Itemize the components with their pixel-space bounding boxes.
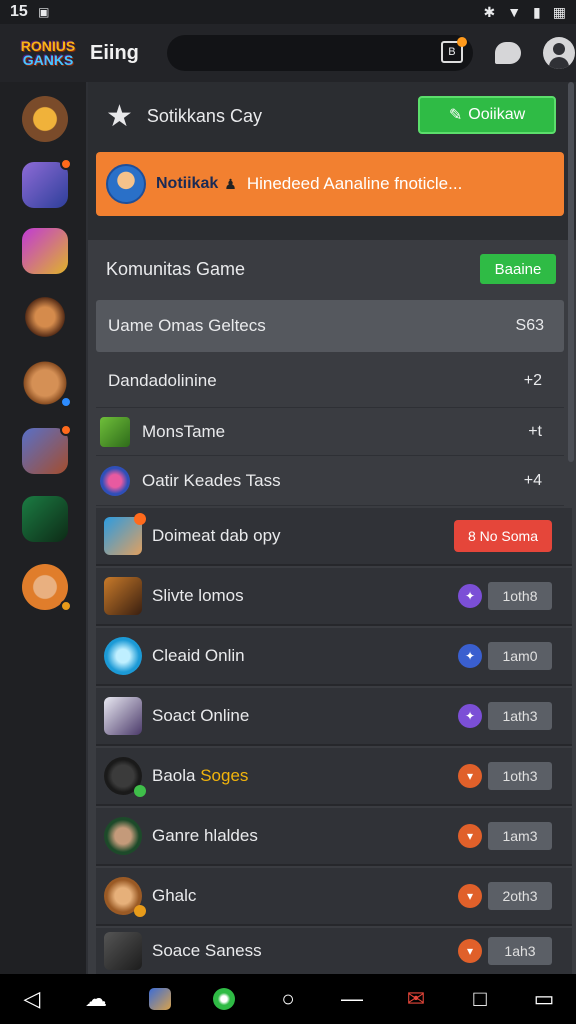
status-bar: 15 ▣ ✱ ▼ ▮ ▦ — [0, 0, 576, 24]
game-row[interactable]: Baola Soges ▾ 1oth3 — [96, 748, 572, 806]
community-panel: Komunitas Game Baaine Uame Omas Geltecs … — [88, 240, 576, 974]
link-icon: ✎ — [448, 107, 463, 124]
status-badge[interactable]: 1oth3 — [488, 762, 552, 790]
list-item[interactable]: MonsTame +t — [96, 408, 564, 456]
status-time: 15 — [10, 3, 28, 20]
game-icon — [104, 932, 142, 970]
game-icon — [104, 513, 146, 555]
top-bar: RONIUS GANKS Eiing B — [0, 24, 576, 82]
game-row[interactable]: Soace Saness ▾ 1ah3 — [96, 928, 572, 974]
app-logo[interactable]: RONIUS GANKS — [12, 28, 84, 78]
server-icon[interactable] — [22, 294, 68, 340]
game-icon[interactable] — [210, 985, 238, 1013]
cloud-icon[interactable]: ☁ — [82, 985, 110, 1013]
status-icons: ✱ ▼ ▮ ▦ — [483, 4, 566, 21]
minus-icon[interactable]: — — [338, 985, 366, 1013]
window-icon[interactable]: ▭ — [530, 985, 558, 1013]
status-badge[interactable]: 1ath3 — [488, 702, 552, 730]
game-icon — [104, 697, 142, 735]
server-icon[interactable] — [22, 564, 72, 612]
game-icon — [104, 757, 146, 797]
bluetooth-icon: ✱ — [483, 3, 496, 20]
game-icon — [104, 817, 142, 855]
game-row[interactable]: Ghalc ▾ 2oth3 — [96, 868, 572, 926]
server-icon[interactable] — [22, 424, 72, 474]
game-icon — [104, 577, 142, 615]
game-row[interactable]: Cleaid Onlin ✦ 1am0 — [96, 628, 572, 686]
server-icon[interactable] — [22, 360, 72, 408]
wifi-icon: ▼ — [507, 3, 522, 20]
scrollbar[interactable] — [568, 82, 574, 462]
server-icon[interactable] — [22, 96, 68, 142]
avatar — [106, 164, 146, 204]
square-icon[interactable]: □ — [466, 985, 494, 1013]
game-icon — [100, 465, 130, 496]
status-badge[interactable]: 1ah3 — [488, 937, 552, 965]
game-icon — [100, 416, 130, 447]
list-item[interactable]: Oatir Keades Tass +4 — [96, 456, 564, 506]
status-icon: ▾ — [458, 824, 482, 848]
status-icon: ▾ — [458, 939, 482, 963]
status-icon: ▾ — [458, 764, 482, 788]
status-icon: ✦ — [458, 704, 482, 728]
status-icon: ▾ — [458, 884, 482, 908]
banner-text: Hinedeed Aanaline fnoticle... — [246, 174, 463, 193]
server-icon[interactable] — [22, 496, 68, 542]
community-selected-row[interactable]: Uame Omas Geltecs S63 — [96, 300, 564, 352]
community-header: Komunitas Game Baaine — [88, 240, 576, 298]
game-icon — [104, 877, 146, 917]
star-icon[interactable]: ★ — [106, 99, 133, 134]
image-icon: ▣ — [38, 5, 50, 19]
home-icon[interactable]: ○ — [274, 985, 302, 1013]
game-row[interactable]: Soact Online ✦ 1ath3 — [96, 688, 572, 746]
main-panel: ★ Sotikkans Cay ✎ Ooiikaw Notiikak ♟ Hin… — [88, 82, 576, 974]
back-icon[interactable]: ◁ — [18, 985, 46, 1013]
navigation-bar: ◁ ☁ ○ — ✉ □ ▭ — [0, 974, 576, 1024]
notification-banner[interactable]: Notiikak ♟ Hinedeed Aanaline fnoticle... — [96, 152, 564, 216]
status-badge[interactable]: 1am0 — [488, 642, 552, 670]
channel-title: Sotikkans Cay — [146, 105, 262, 126]
game-row[interactable]: Doimeat dab opy 8 No Soma — [96, 508, 572, 566]
header-action-button[interactable]: ✎ Ooiikaw — [418, 96, 556, 134]
calendar-icon: ▦ — [552, 3, 566, 20]
user-icon: ♟ — [224, 175, 237, 192]
search-icon[interactable]: B — [440, 37, 467, 63]
profile-icon[interactable] — [542, 37, 575, 69]
search-input[interactable]: B — [166, 35, 473, 71]
community-button[interactable]: Baaine — [480, 254, 556, 284]
status-badge[interactable]: 2oth3 — [488, 882, 552, 910]
community-title: Komunitas Game — [106, 258, 246, 279]
status-badge[interactable]: 1am3 — [488, 822, 552, 850]
mail-icon[interactable]: ✉ — [402, 985, 430, 1013]
app-title: Eiing — [90, 41, 139, 64]
game-row[interactable]: Ganre hlaldes ▾ 1am3 — [96, 808, 572, 866]
server-icon[interactable] — [22, 158, 72, 208]
app-icon[interactable] — [146, 985, 174, 1013]
join-button[interactable]: 8 No Soma — [454, 520, 552, 552]
status-badge[interactable]: 1oth8 — [488, 582, 552, 610]
status-icon: ✦ — [458, 644, 482, 668]
status-icon: ✦ — [458, 584, 482, 608]
server-icon[interactable] — [22, 228, 68, 274]
game-row[interactable]: Slivte lomos ✦ 1oth8 — [96, 568, 572, 626]
channel-header: ★ Sotikkans Cay ✎ Ooiikaw — [88, 82, 576, 150]
banner-label: Notiikak — [156, 175, 219, 192]
list-item[interactable]: Dandadolinine +2 — [96, 354, 564, 408]
chat-icon[interactable] — [494, 42, 521, 64]
battery-icon: ▮ — [533, 3, 541, 20]
game-icon — [104, 637, 142, 675]
server-sidebar — [0, 82, 88, 974]
